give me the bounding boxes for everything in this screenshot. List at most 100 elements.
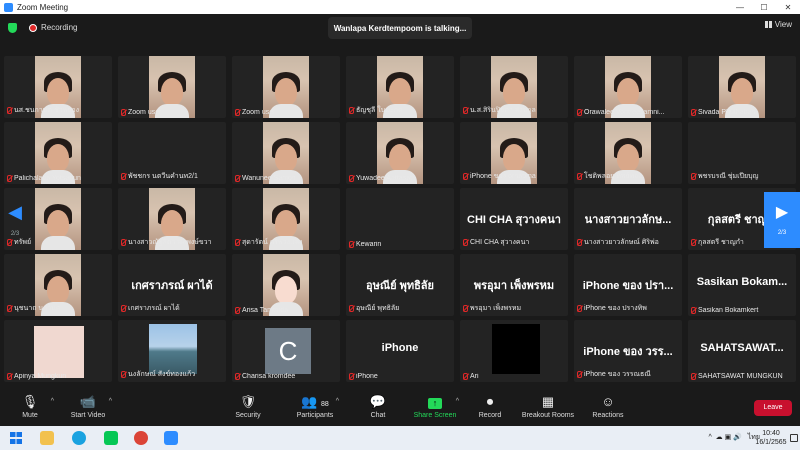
zoom-app-icon [4, 2, 13, 12]
participant-name-label: Wanunee Samon [235, 175, 337, 182]
security-shield-icon[interactable] [8, 23, 17, 33]
participant-tile[interactable]: SAHATSAWAT... SAHATSAWAT MUNGKUN [688, 320, 796, 382]
muted-mic-icon [7, 305, 12, 312]
video-options-caret-icon[interactable]: ^ [109, 398, 112, 405]
active-speaker-banner: Wanlapa Kerdtempoom is talking... [328, 17, 472, 39]
participant-tile[interactable]: CHI CHA สุวางคนา CHI CHA สุวางคนา [460, 188, 568, 250]
participant-name: สุดารัตน์ ศรีพวงเเสง [242, 239, 303, 246]
participant-name-label: Apinya Mungkun [7, 373, 109, 380]
muted-mic-icon [577, 173, 582, 180]
reactions-button[interactable]: ☺ Reactions [578, 394, 638, 419]
participant-name: กุลสตรี ชาญกำ [698, 239, 744, 246]
share-options-caret-icon[interactable]: ^ [456, 398, 459, 405]
participant-tile[interactable]: นส.ชนกานต์ ชัวหยอง [4, 56, 112, 118]
muted-mic-icon [235, 175, 240, 182]
record-label: Record [478, 412, 502, 419]
start-video-label: Start Video [70, 412, 106, 419]
chrome-browser-icon[interactable] [134, 431, 148, 445]
participant-tile[interactable]: นุชนาถ นาวินศ [4, 254, 112, 316]
muted-mic-icon [121, 109, 126, 116]
tray-caret-icon[interactable]: ^ [709, 434, 712, 441]
minimize-button[interactable]: — [728, 3, 752, 12]
participant-tile[interactable]: iPhone ของ วรร... iPhone ของ วรรณธณี [574, 320, 682, 382]
participant-tile[interactable]: น.ส.สิรินปิยภา สังขกุล [460, 56, 568, 118]
participants-options-caret-icon[interactable]: ^ [336, 398, 339, 405]
close-button[interactable]: ✕ [776, 3, 800, 12]
participant-name: Palichalapa Yotsapun [14, 175, 81, 182]
participant-name-label: Charisa kromdee [235, 373, 337, 380]
participant-name: CHI CHA สุวางคนา [470, 239, 530, 246]
line-app-icon[interactable] [104, 431, 118, 445]
participant-tile[interactable]: Ari [460, 320, 568, 382]
participant-tile[interactable]: Sasikan Bokam... Sasikan Bokamkert [688, 254, 796, 316]
participant-tile[interactable]: iPhone iPhone [346, 320, 454, 382]
participant-tile[interactable]: iPhone ของ ornapma [460, 122, 568, 184]
participant-name: นางสาวยาวลักษณ์ ศิริพ่อ [584, 239, 659, 246]
participant-tile[interactable]: Kewarin [346, 188, 454, 250]
participant-tile[interactable]: Palichalapa Yotsapun [4, 122, 112, 184]
participant-tile[interactable]: Sivada Phuthaban [688, 56, 796, 118]
record-button[interactable]: ⏺ Record [460, 394, 520, 419]
edge-browser-icon[interactable] [72, 431, 86, 445]
chat-button[interactable]: 💬 Chat [348, 394, 408, 419]
next-page-button[interactable]: ▶ 2/3 [764, 192, 800, 248]
window-titlebar: Zoom Meeting — ☐ ✕ [0, 0, 800, 14]
participant-tile[interactable]: พัชชกร นตวีนคำนท2/1 [118, 122, 226, 184]
participant-name: Arisa Tamthida [242, 307, 289, 314]
muted-mic-icon [7, 175, 12, 182]
leave-button[interactable]: Leave [754, 400, 792, 416]
participant-tile[interactable]: อุษณีย์ พุทธิลัย อุษณีย์ พุทธิลัย [346, 254, 454, 316]
breakout-rooms-button[interactable]: ▦ Breakout Rooms [518, 394, 578, 419]
file-explorer-icon[interactable] [40, 431, 54, 445]
notification-icon[interactable] [790, 434, 798, 442]
mute-button[interactable]: 🎙 Mute ^ [0, 394, 60, 419]
view-label: View [774, 20, 792, 29]
participant-tile[interactable]: iPhone ของ ปรา... iPhone ของ ปรางทิพ [574, 254, 682, 316]
system-tray[interactable]: ^ ☁ ▣ 🔊 ไทย [709, 432, 761, 443]
participant-tile[interactable]: C Charisa kromdee [232, 320, 340, 382]
participant-name-label: นางสาวยาวลักษณ์ ศิริพ่อ [577, 237, 679, 248]
participant-name: Zoom user [128, 109, 162, 116]
participants-button[interactable]: 👥 88 Participants ^ [285, 394, 345, 419]
participant-tile[interactable]: Zoom user [118, 56, 226, 118]
participant-tile[interactable]: นางสาวณัฐสิดา พลพงษ์ขวา [118, 188, 226, 250]
participant-tile[interactable]: เกศราภรณ์ ผาได้ เกศราภรณ์ ผาได้ [118, 254, 226, 316]
muted-mic-icon [577, 109, 582, 116]
participant-name: เกศราภรณ์ ผาได้ [128, 305, 180, 312]
zoom-taskbar-icon[interactable] [164, 431, 178, 445]
participant-name: Yuwadee Aattasat [356, 175, 413, 182]
participant-tile[interactable]: นงลักษณ์ สังข์ทองแก้ว [118, 320, 226, 382]
participant-name-label: นงลักษณ์ สังข์ทองแก้ว [121, 369, 223, 380]
maximize-button[interactable]: ☐ [752, 3, 776, 12]
start-video-button[interactable]: 📹 Start Video ^ [58, 394, 118, 419]
participant-name-label: CHI CHA สุวางคนา [463, 237, 565, 248]
participant-video-black [492, 324, 540, 374]
muted-mic-icon [463, 173, 468, 180]
participant-tile[interactable]: นางสาวยาวลักษ... นางสาวยาวลักษณ์ ศิริพ่อ [574, 188, 682, 250]
participant-tile[interactable]: Arisa Tamthida [232, 254, 340, 316]
recording-icon [29, 24, 37, 32]
participant-tile[interactable]: Zoom user [232, 56, 340, 118]
participant-tile[interactable]: Yuwadee Aattasat [346, 122, 454, 184]
participant-tile[interactable]: พรอุมา เพ็งพรหม พรอุมา เพ็งพรหม [460, 254, 568, 316]
muted-mic-icon [463, 239, 468, 246]
participant-tile[interactable]: โชติพลอย ทิพย์ทอง [574, 122, 682, 184]
windows-start-icon[interactable] [10, 432, 22, 444]
participant-tile[interactable]: Apinya Mungkun [4, 320, 112, 382]
participant-tile[interactable]: ธัญชุลี ในมะกด [346, 56, 454, 118]
previous-page-button[interactable]: ◀ 2/3 [0, 192, 30, 248]
taskbar-clock[interactable]: 10:40 16/1/2565 [754, 429, 788, 447]
security-button[interactable]: 🛡 Security [218, 394, 278, 419]
participant-display-name: อุษณีย์ พุทธิลัย [366, 280, 434, 292]
participant-face [275, 210, 297, 238]
share-screen-button[interactable]: ↑ Share Screen ^ [405, 394, 465, 419]
participant-tile[interactable]: พชรบรณี ชุ่มเปียบุญ [688, 122, 796, 184]
participant-tile[interactable]: สุดารัตน์ ศรีพวงเเสง [232, 188, 340, 250]
breakout-rooms-label: Breakout Rooms [521, 412, 575, 419]
participant-tile[interactable]: Wanunee Samon [232, 122, 340, 184]
mute-options-caret-icon[interactable]: ^ [51, 398, 54, 405]
participant-tile[interactable]: Orawalee Vontreesamni... [574, 56, 682, 118]
view-button[interactable]: View [764, 20, 792, 29]
muted-mic-icon [691, 239, 696, 246]
muted-mic-icon [691, 173, 696, 180]
